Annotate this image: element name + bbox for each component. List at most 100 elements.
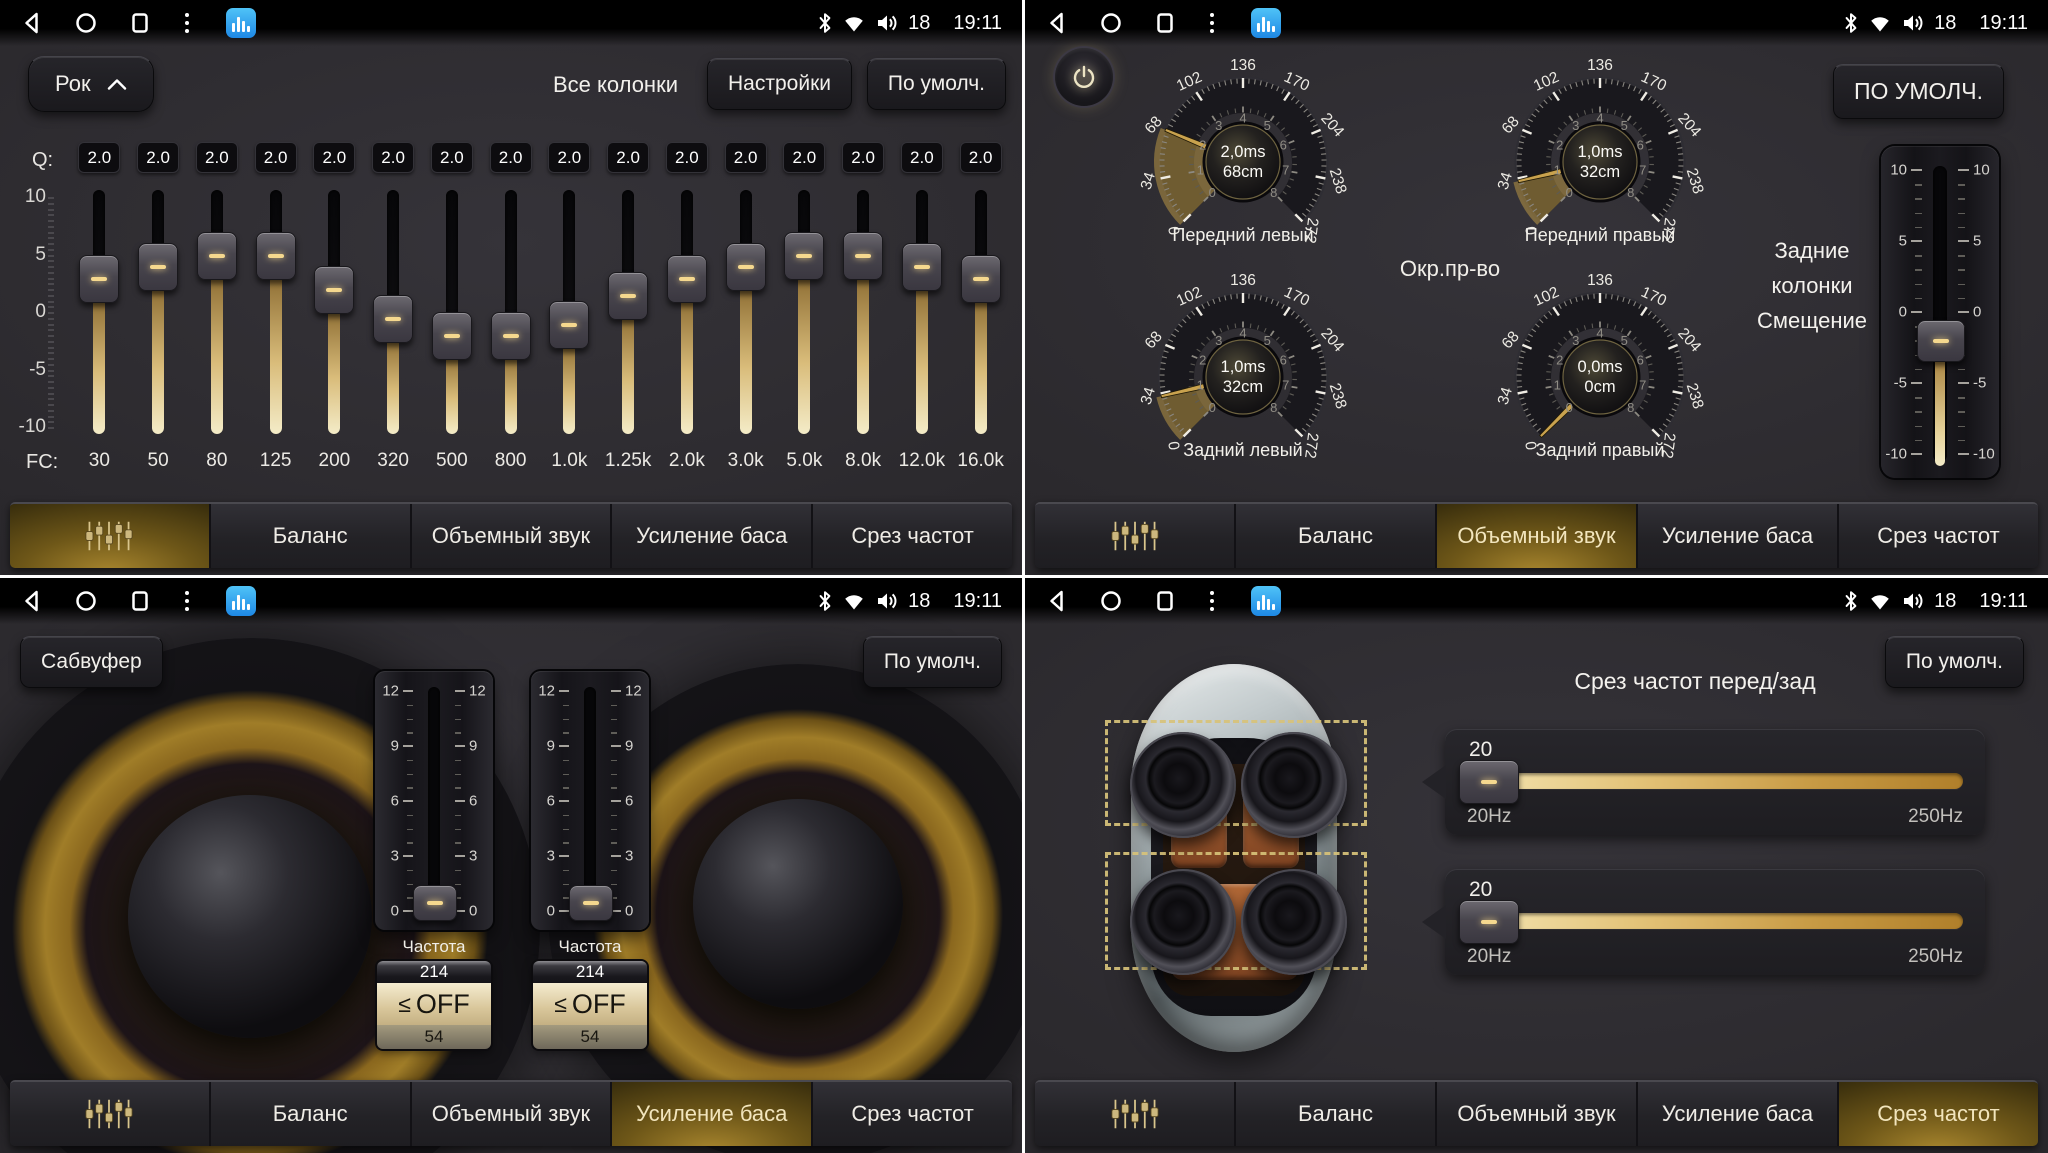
tab-surround-sound[interactable]: Объемный звук <box>1435 504 1636 568</box>
tab-bass-boost[interactable]: Усиление баса <box>610 1082 811 1146</box>
band-slider-12.0k[interactable] <box>893 182 952 442</box>
back-button[interactable] <box>20 11 44 35</box>
q-value[interactable]: 2.0 <box>901 142 943 173</box>
band-slider-200[interactable] <box>305 182 364 442</box>
tab-bass-boost[interactable]: Усиление баса <box>610 504 811 568</box>
subwoofer-freq-picker[interactable]: 214≤OFF54 <box>533 961 647 1049</box>
menu-button[interactable] <box>182 11 192 35</box>
tab-balance[interactable]: Баланс <box>1234 1082 1435 1146</box>
slider-handle[interactable] <box>549 301 589 349</box>
slider-handle[interactable] <box>784 232 824 280</box>
preset-select[interactable]: Рок <box>28 56 154 112</box>
band-slider-125[interactable] <box>246 182 305 442</box>
subwoofer-title-button[interactable]: Сабвуфер <box>20 636 163 688</box>
tab-bass-boost[interactable]: Усиление баса <box>1636 504 1837 568</box>
band-slider-30[interactable] <box>70 182 129 442</box>
q-value[interactable]: 2.0 <box>666 142 708 173</box>
band-slider-1.25k[interactable] <box>599 182 658 442</box>
tab-crossover[interactable]: Срез частот <box>811 1082 1012 1146</box>
default-button[interactable]: По умолч. <box>867 58 1006 110</box>
equalizer-app-icon[interactable] <box>1251 8 1281 38</box>
tab-equalizer[interactable] <box>10 504 209 568</box>
default-button[interactable]: По умолч. <box>1885 636 2024 688</box>
tab-equalizer[interactable] <box>10 1082 209 1146</box>
recents-button[interactable] <box>128 11 152 35</box>
recents-button[interactable] <box>1153 589 1177 613</box>
tab-crossover[interactable]: Срез частот <box>1837 1082 2038 1146</box>
q-value[interactable]: 2.0 <box>196 142 238 173</box>
delay-knob-rear-left[interactable]: 034681021361702042382720123456781,0ms32c… <box>1093 272 1393 472</box>
slider-handle[interactable] <box>1459 760 1519 804</box>
slider-handle[interactable] <box>373 295 413 343</box>
q-value[interactable]: 2.0 <box>548 142 590 173</box>
q-value[interactable]: 2.0 <box>372 142 414 173</box>
q-value[interactable]: 2.0 <box>313 142 355 173</box>
slider-handle[interactable] <box>902 243 942 291</box>
slider-track[interactable] <box>1467 773 1963 789</box>
slider-handle[interactable] <box>1917 320 1965 362</box>
q-value[interactable]: 2.0 <box>725 142 767 173</box>
home-button[interactable] <box>74 11 98 35</box>
band-slider-50[interactable] <box>129 182 188 442</box>
band-slider-3.0k[interactable] <box>716 182 775 442</box>
rear-offset-slider[interactable]: 10105500-5-5-10-10 <box>1881 146 1999 478</box>
slider-handle[interactable] <box>667 255 707 303</box>
tab-balance[interactable]: Баланс <box>209 504 410 568</box>
slider-track[interactable] <box>1467 913 1963 929</box>
settings-button[interactable]: Настройки <box>707 58 852 110</box>
back-button[interactable] <box>1045 589 1069 613</box>
subwoofer-level-slider[interactable]: 121299663300 <box>531 671 649 930</box>
delay-knob-front-left[interactable]: 034681021361702042382720123456782,0ms68c… <box>1093 57 1393 257</box>
tab-balance[interactable]: Баланс <box>1234 504 1435 568</box>
picker-value-selected[interactable]: ≤OFF <box>533 983 647 1025</box>
band-slider-16.0k[interactable] <box>951 182 1010 442</box>
tab-crossover[interactable]: Срез частот <box>811 504 1012 568</box>
q-value[interactable]: 2.0 <box>842 142 884 173</box>
q-value[interactable]: 2.0 <box>137 142 179 173</box>
band-slider-80[interactable] <box>188 182 247 442</box>
tab-equalizer[interactable] <box>1035 1082 1234 1146</box>
picker-value-below[interactable]: 54 <box>377 1025 491 1049</box>
default-button[interactable]: ПО УМОЛЧ. <box>1833 64 2004 119</box>
slider-handle[interactable] <box>413 885 457 921</box>
q-value[interactable]: 2.0 <box>490 142 532 173</box>
band-slider-5.0k[interactable] <box>775 182 834 442</box>
picker-value-below[interactable]: 54 <box>533 1025 647 1049</box>
picker-value-selected[interactable]: ≤OFF <box>377 983 491 1025</box>
slider-handle[interactable] <box>197 232 237 280</box>
slider-handle[interactable] <box>138 243 178 291</box>
slider-handle[interactable] <box>961 255 1001 303</box>
tab-surround-sound[interactable]: Объемный звук <box>410 1082 611 1146</box>
band-slider-2.0k[interactable] <box>658 182 717 442</box>
band-slider-500[interactable] <box>423 182 482 442</box>
menu-button[interactable] <box>182 589 192 613</box>
tab-balance[interactable]: Баланс <box>209 1082 410 1146</box>
menu-button[interactable] <box>1207 589 1217 613</box>
slider-handle[interactable] <box>726 243 766 291</box>
slider-handle[interactable] <box>79 255 119 303</box>
home-button[interactable] <box>74 589 98 613</box>
band-slider-8.0k[interactable] <box>834 182 893 442</box>
slider-handle[interactable] <box>1459 900 1519 944</box>
slider-handle[interactable] <box>491 312 531 360</box>
subwoofer-freq-picker[interactable]: 214≤OFF54 <box>377 961 491 1049</box>
equalizer-app-icon[interactable] <box>226 8 256 38</box>
band-slider-1.0k[interactable] <box>540 182 599 442</box>
menu-button[interactable] <box>1207 11 1217 35</box>
recents-button[interactable] <box>128 589 152 613</box>
q-value[interactable]: 2.0 <box>783 142 825 173</box>
q-value[interactable]: 2.0 <box>431 142 473 173</box>
home-button[interactable] <box>1099 589 1123 613</box>
q-value[interactable]: 2.0 <box>78 142 120 173</box>
subwoofer-level-slider[interactable]: 121299663300 <box>375 671 493 930</box>
tab-crossover[interactable]: Срез частот <box>1837 504 2038 568</box>
tab-surround-sound[interactable]: Объемный звук <box>410 504 611 568</box>
recents-button[interactable] <box>1153 11 1177 35</box>
q-value[interactable]: 2.0 <box>255 142 297 173</box>
picker-value-above[interactable]: 214 <box>533 961 647 983</box>
delay-knob-front-right[interactable]: 034681021361702042382720123456781,0ms32c… <box>1450 57 1750 257</box>
delay-knob-rear-right[interactable]: 034681021361702042382720123456780,0ms0cm… <box>1450 272 1750 472</box>
slider-handle[interactable] <box>256 232 296 280</box>
tab-bass-boost[interactable]: Усиление баса <box>1636 1082 1837 1146</box>
band-slider-320[interactable] <box>364 182 423 442</box>
